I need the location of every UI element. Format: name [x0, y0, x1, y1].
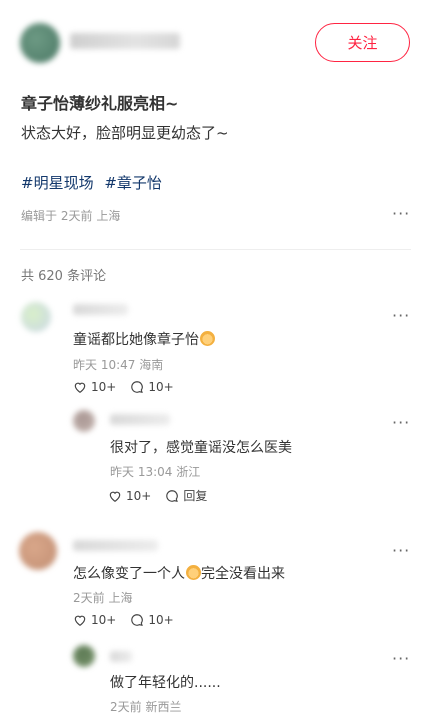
clown-emoji-icon [200, 331, 215, 346]
like-button[interactable]: 10+ [73, 613, 116, 627]
reply-button[interactable]: 回复 [165, 487, 207, 504]
edited-label: 编辑于 [21, 209, 58, 223]
comment-meta: 2天前 新西兰 [110, 700, 182, 714]
comment-text: 童谣都比她像章子怡 [73, 329, 215, 349]
heart-icon [74, 615, 86, 626]
heart-icon [109, 491, 121, 502]
comment-bubble-icon [131, 614, 144, 627]
author-name[interactable] [70, 33, 180, 49]
comment-bubble-icon [166, 489, 179, 502]
commenter-name[interactable] [110, 651, 132, 662]
comment-meta: 昨天 10:47 海南 [73, 358, 164, 372]
post-body: 状态大好，脸部明显更幼态了~ [21, 124, 229, 142]
author-avatar[interactable] [20, 23, 60, 63]
commenter-name[interactable] [73, 540, 158, 551]
comment-bubble-icon [131, 381, 144, 394]
post-title: 章子怡薄纱礼服亮相~ [21, 94, 179, 113]
comment-text: 很对了，感觉童谣没怎么医美 [110, 440, 292, 456]
comment-actions: 10+ 回复 [108, 487, 221, 504]
reply-button[interactable]: 10+ [130, 613, 174, 627]
tag-zhangziyi[interactable]: #章子怡 [104, 174, 162, 192]
commenter-name[interactable] [73, 304, 128, 315]
post-meta: 编辑于 2天前 上海 [21, 207, 120, 224]
comment-more-icon[interactable]: ··· [392, 649, 410, 668]
avatar[interactable] [73, 410, 95, 432]
heart-icon [74, 382, 86, 393]
divider [20, 249, 411, 250]
comment-count: 共 620 条评论 [21, 269, 107, 284]
tag-mingxing[interactable]: #明星现场 [21, 174, 94, 192]
comment-more-icon[interactable]: ··· [392, 413, 410, 432]
tag-list: #明星现场 #章子怡 [21, 172, 168, 193]
like-button[interactable]: 10+ [108, 489, 151, 503]
avatar[interactable] [21, 302, 51, 332]
reply-button[interactable]: 10+ [130, 380, 174, 394]
comment-more-icon[interactable]: ··· [392, 541, 410, 560]
post-time: 2天前 [60, 209, 93, 223]
surprised-emoji-icon [186, 565, 201, 580]
comment-actions: 10+ 10+ [73, 613, 188, 627]
comment-text: 做了年轻化的...... [110, 675, 221, 691]
comment-more-icon[interactable]: ··· [392, 306, 410, 325]
avatar[interactable] [73, 645, 95, 667]
avatar[interactable] [19, 532, 57, 570]
comment-actions: 10+ 10+ [73, 380, 188, 394]
comment-text: 怎么像变了一个人 完全没看出来 [73, 565, 285, 582]
comment-meta: 2天前 上海 [73, 591, 133, 605]
post-more-icon[interactable]: ··· [392, 204, 410, 223]
like-button[interactable]: 10+ [73, 380, 116, 394]
follow-button[interactable]: 关注 [315, 23, 410, 62]
commenter-name[interactable] [110, 414, 170, 425]
post-location: 上海 [96, 209, 121, 223]
comment-meta: 昨天 13:04 浙江 [110, 465, 201, 479]
